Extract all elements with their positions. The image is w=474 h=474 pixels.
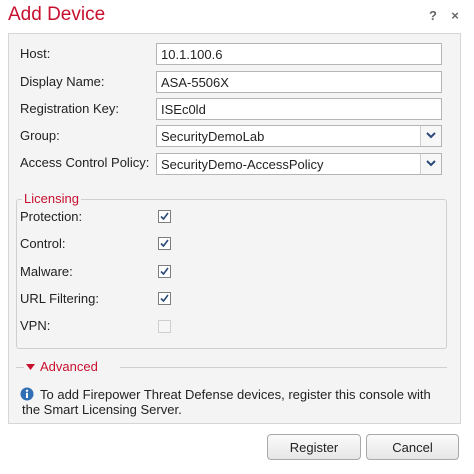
protection-label: Protection:: [20, 209, 83, 224]
chevron-down-icon: [426, 160, 436, 167]
display-name-input[interactable]: [156, 71, 442, 93]
host-label: Host:: [20, 46, 51, 61]
help-icon[interactable]: ?: [427, 8, 439, 24]
host-input[interactable]: [156, 43, 442, 65]
url-filtering-label: URL Filtering:: [20, 291, 99, 306]
dialog-titlebar: Add Device ? ×: [0, 0, 474, 32]
access-control-policy-label: Access Control Policy:: [20, 155, 150, 170]
chevron-down-icon: [426, 132, 436, 139]
url-filtering-checkbox[interactable]: [158, 292, 171, 305]
access-control-policy-dropdown-button[interactable]: [420, 154, 441, 174]
protection-checkbox[interactable]: [158, 210, 171, 223]
advanced-label: Advanced: [40, 359, 98, 374]
advanced-divider-right: [120, 367, 447, 368]
malware-label: Malware:: [20, 264, 73, 279]
registration-key-input[interactable]: [156, 98, 442, 120]
checkmark-icon: [160, 267, 169, 276]
group-label: Group:: [20, 128, 60, 143]
close-icon[interactable]: ×: [449, 8, 461, 24]
access-control-policy-selected-value: SecurityDemo-AccessPolicy: [161, 157, 324, 172]
group-select[interactable]: SecurityDemoLab: [156, 125, 442, 147]
advanced-divider-left: [16, 367, 24, 368]
control-label: Control:: [20, 236, 66, 251]
group-selected-value: SecurityDemoLab: [161, 129, 265, 144]
access-control-policy-select[interactable]: SecurityDemo-AccessPolicy: [156, 153, 442, 175]
checkmark-icon: [160, 239, 169, 248]
group-dropdown-button[interactable]: [420, 126, 441, 146]
vpn-label: VPN:: [20, 318, 51, 333]
licensing-legend: Licensing: [22, 191, 81, 206]
checkmark-icon: [160, 294, 169, 303]
cancel-button[interactable]: Cancel: [366, 434, 459, 460]
checkmark-icon: [160, 212, 169, 221]
registration-key-label: Registration Key:: [20, 101, 119, 116]
malware-checkbox[interactable]: [158, 265, 171, 278]
triangle-down-icon: [26, 364, 35, 370]
info-message: To add Firepower Threat Defense devices,…: [22, 387, 431, 417]
display-name-label: Display Name:: [20, 74, 105, 89]
advanced-section: Advanced: [16, 359, 447, 375]
info-icon: [20, 387, 34, 401]
register-button[interactable]: Register: [267, 434, 361, 460]
control-checkbox[interactable]: [158, 237, 171, 250]
dialog-title: Add Device: [8, 4, 106, 25]
vpn-checkbox: [158, 320, 171, 333]
